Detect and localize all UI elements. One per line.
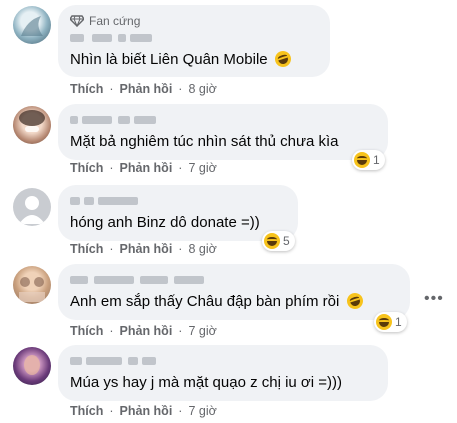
comment-actions: Thích · Phản hồi · 7 giờ: [70, 161, 217, 175]
comment-bubble: hóng anh Binz dô donate =)): [58, 185, 298, 241]
avatar-image: [19, 110, 45, 132]
separator: ·: [109, 242, 114, 256]
author-name-blurred[interactable]: [70, 193, 286, 209]
reaction-count: 1: [395, 315, 402, 329]
like-link[interactable]: Thích: [70, 161, 103, 175]
separator: ·: [178, 242, 183, 256]
timestamp[interactable]: 8 giờ: [188, 242, 216, 256]
separator: ·: [109, 404, 114, 418]
separator: ·: [109, 161, 114, 175]
separator: ·: [109, 324, 114, 338]
comment-actions: Thích · Phản hồi · 7 giờ: [70, 404, 217, 418]
like-link[interactable]: Thích: [70, 404, 103, 418]
comment-actions: Thích · Phản hồi · 7 giờ: [70, 324, 217, 338]
comment-text: Mặt bả nghiêm túc nhìn sát thủ chưa kìa: [70, 133, 339, 150]
avatar-image: [24, 355, 40, 375]
comment-bubble: Mặt bả nghiêm túc nhìn sát thủ chưa kìa: [58, 104, 388, 160]
haha-reaction-icon: [376, 314, 392, 330]
timestamp[interactable]: 7 giờ: [188, 404, 216, 418]
reply-link[interactable]: Phản hồi: [120, 324, 173, 338]
comment-actions: Thích · Phản hồi · 8 giờ: [70, 82, 217, 96]
top-fan-badge: Fan cứng: [70, 13, 318, 28]
more-options-icon[interactable]: •••: [424, 290, 444, 308]
author-name-blurred[interactable]: [70, 112, 376, 128]
timestamp[interactable]: 7 giờ: [188, 161, 216, 175]
comment-actions: Thích · Phản hồi · 8 giờ: [70, 242, 217, 256]
avatar[interactable]: [13, 188, 51, 226]
comment-text: Nhìn là biết Liên Quân Mobile: [70, 48, 318, 70]
separator: ·: [109, 82, 114, 96]
haha-reaction-icon: [264, 233, 280, 249]
author-name-blurred[interactable]: [70, 272, 398, 288]
comment-bubble: Fan cứng Nhìn là biết Liên Quân Mobile: [58, 5, 330, 77]
reaction-summary[interactable]: 5: [262, 231, 295, 251]
comment-text: hóng anh Binz dô donate =)): [70, 214, 260, 231]
like-link[interactable]: Thích: [70, 324, 103, 338]
comment-text-content: Anh em sắp thấy Châu đập bàn phím rồi: [70, 293, 340, 310]
diamond-icon: [70, 14, 84, 27]
timestamp[interactable]: 8 giờ: [188, 82, 216, 96]
reaction-summary[interactable]: 1: [374, 312, 407, 332]
author-name-blurred[interactable]: [70, 30, 318, 46]
comment-text: Múa ys hay j mà mặt quạo z chị iu ơi =))…: [70, 374, 343, 391]
reply-link[interactable]: Phản hồi: [120, 404, 173, 418]
comment-text: Anh em sắp thấy Châu đập bàn phím rồi: [70, 290, 398, 312]
reply-link[interactable]: Phản hồi: [120, 161, 173, 175]
avatar[interactable]: [13, 347, 51, 385]
rofl-emoji-icon: [344, 290, 365, 312]
comment-bubble: Múa ys hay j mà mặt quạo z chị iu ơi =))…: [58, 345, 388, 401]
rofl-emoji-icon: [272, 48, 293, 70]
fan-badge-label: Fan cứng: [89, 13, 141, 28]
reply-link[interactable]: Phản hồi: [120, 242, 173, 256]
avatar[interactable]: [13, 106, 51, 144]
comment-bubble: Anh em sắp thấy Châu đập bàn phím rồi: [58, 264, 410, 320]
reply-link[interactable]: Phản hồi: [120, 82, 173, 96]
reaction-count: 1: [373, 153, 380, 167]
avatar-image: [21, 16, 43, 36]
separator: ·: [178, 161, 183, 175]
like-link[interactable]: Thích: [70, 242, 103, 256]
separator: ·: [178, 404, 183, 418]
separator: ·: [178, 82, 183, 96]
default-avatar-icon: [19, 196, 45, 224]
haha-reaction-icon: [354, 152, 370, 168]
timestamp[interactable]: 7 giờ: [188, 324, 216, 338]
avatar[interactable]: [13, 6, 51, 44]
comment-text-content: Nhìn là biết Liên Quân Mobile: [70, 51, 268, 68]
reaction-count: 5: [283, 234, 290, 248]
avatar[interactable]: [13, 266, 51, 304]
separator: ·: [178, 324, 183, 338]
author-name-blurred[interactable]: [70, 353, 376, 369]
avatar-image: [19, 277, 45, 302]
like-link[interactable]: Thích: [70, 82, 103, 96]
reaction-summary[interactable]: 1: [352, 150, 385, 170]
